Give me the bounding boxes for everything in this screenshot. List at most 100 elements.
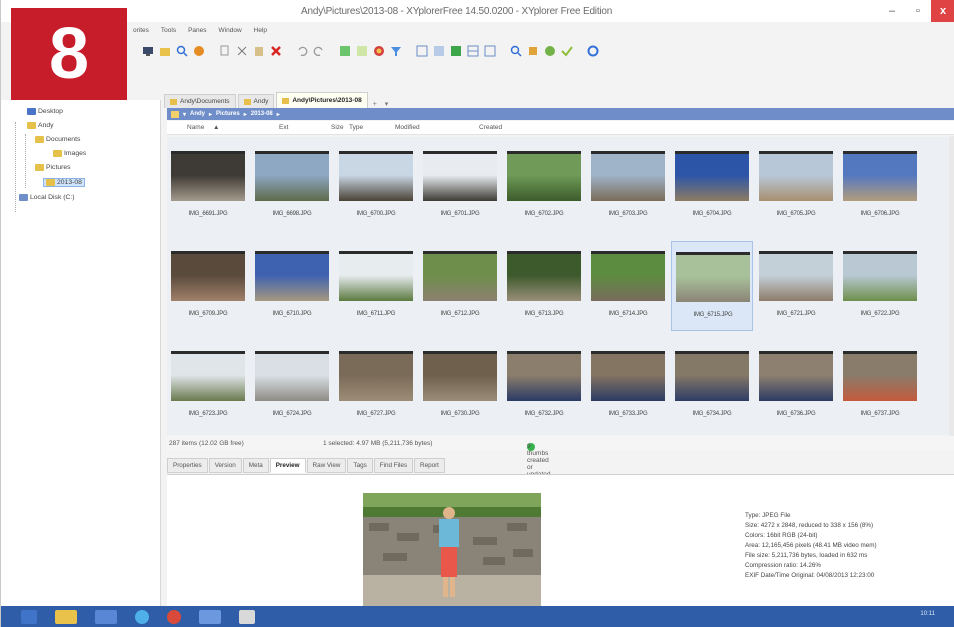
tab-find-files[interactable]: Find Files xyxy=(373,458,414,473)
thumbnail-item[interactable]: IMG_6700.JPG xyxy=(335,141,417,231)
paste-icon[interactable] xyxy=(252,44,266,58)
app-icon[interactable] xyxy=(199,609,221,624)
thumbnail-item[interactable]: IMG_6727.JPG xyxy=(335,341,417,431)
thumbnail-item[interactable]: IMG_6713.JPG xyxy=(503,241,585,331)
thumbnail-item[interactable]: IMG_6733.JPG xyxy=(587,341,669,431)
delete-icon[interactable] xyxy=(269,44,283,58)
chrome-icon[interactable] xyxy=(167,609,181,624)
new-tab-button[interactable]: + xyxy=(370,101,380,108)
thumbnail-filename: IMG_6723.JPG xyxy=(188,411,228,417)
tree-item-desktop[interactable]: Desktop xyxy=(27,108,63,115)
thumbnail-item[interactable]: IMG_6691.JPG xyxy=(167,141,249,231)
breadcrumb-2013-08[interactable]: 2013-08 xyxy=(251,111,273,117)
thumbnail-item[interactable]: IMG_6723.JPG xyxy=(167,341,249,431)
tab-properties[interactable]: Properties xyxy=(167,458,208,473)
tab-pictures-2013-08[interactable]: Andy\Pictures\2013-08 xyxy=(276,92,368,108)
split-horizontal-icon[interactable] xyxy=(466,44,480,58)
undo-icon[interactable] xyxy=(295,44,309,58)
filter-icon[interactable] xyxy=(389,44,403,58)
thumbnail-item[interactable]: IMG_6721.JPG xyxy=(755,241,837,331)
menu-tools[interactable]: Tools xyxy=(159,27,176,34)
check-icon[interactable] xyxy=(560,44,574,58)
thumbnail-item[interactable]: IMG_6710.JPG xyxy=(251,241,333,331)
tree-item-images[interactable]: Images xyxy=(53,150,86,157)
column-type[interactable]: Type xyxy=(349,124,363,131)
address-bar[interactable]: ▾ Andy ▸ Pictures ▸ 2013-08 ▸ xyxy=(167,108,954,120)
vertical-scrollbar[interactable] xyxy=(949,136,954,436)
sync-icon[interactable] xyxy=(338,44,352,58)
thumbnail-item[interactable]: IMG_6705.JPG xyxy=(755,141,837,231)
thumbnail-item[interactable]: IMG_6698.JPG xyxy=(251,141,333,231)
file-explorer-icon[interactable] xyxy=(55,609,77,624)
refresh-icon[interactable] xyxy=(586,44,600,58)
thumbnail-item[interactable]: IMG_6722.JPG xyxy=(839,241,921,331)
tree-item-pictures[interactable]: Pictures xyxy=(35,164,71,171)
tree-item-2013-08[interactable]: 2013-08 xyxy=(43,178,85,187)
thumbnail-item[interactable]: IMG_6737.JPG xyxy=(839,341,921,431)
thumbnail-item[interactable]: IMG_6714.JPG xyxy=(587,241,669,331)
drive-icon xyxy=(19,194,28,201)
copy-icon[interactable] xyxy=(218,44,232,58)
thumbnail-item[interactable]: IMG_6702.JPG xyxy=(503,141,585,231)
zoom-icon[interactable] xyxy=(509,44,523,58)
thumbnail-item[interactable]: IMG_6704.JPG xyxy=(671,141,753,231)
thumbnail-item[interactable]: IMG_6736.JPG xyxy=(755,341,837,431)
breadcrumb-pictures[interactable]: Pictures xyxy=(216,111,240,117)
tree-item-andy[interactable]: Andy xyxy=(27,122,54,129)
menu-window[interactable]: Window xyxy=(217,27,242,34)
tab-meta[interactable]: Meta xyxy=(242,458,269,473)
close-button[interactable]: x xyxy=(931,0,954,22)
app-icon[interactable] xyxy=(95,609,117,624)
view-thumbnails-icon[interactable] xyxy=(449,44,463,58)
menu-favorites[interactable]: orites xyxy=(131,27,149,34)
properties-icon[interactable] xyxy=(355,44,369,58)
start-icon[interactable] xyxy=(21,609,37,624)
column-modified[interactable]: Modified xyxy=(395,124,420,131)
tab-documents[interactable]: Andy\Documents xyxy=(164,94,236,108)
tab-andy[interactable]: Andy xyxy=(237,94,275,108)
thumbnail-item[interactable]: IMG_6734.JPG xyxy=(671,341,753,431)
thumbnail-item[interactable]: IMG_6712.JPG xyxy=(419,241,501,331)
xyplorer-icon[interactable] xyxy=(239,609,255,624)
globe-icon[interactable] xyxy=(192,44,206,58)
view-list-icon[interactable] xyxy=(432,44,446,58)
tab-report[interactable]: Report xyxy=(414,458,445,473)
tab-list-dropdown[interactable]: ▾ xyxy=(382,100,392,108)
redo-icon[interactable] xyxy=(312,44,326,58)
info-panel-icon[interactable] xyxy=(483,44,497,58)
column-name[interactable]: Name xyxy=(187,124,204,131)
tab-version[interactable]: Version xyxy=(208,458,242,473)
breadcrumb-andy[interactable]: Andy xyxy=(190,111,205,117)
folder-icon[interactable] xyxy=(158,44,172,58)
thumbnail-item[interactable]: IMG_6703.JPG xyxy=(587,141,669,231)
thumbnail-item[interactable]: IMG_6730.JPG xyxy=(419,341,501,431)
tree-item-local-disk[interactable]: Local Disk (C:) xyxy=(19,194,75,201)
computer-icon[interactable] xyxy=(141,44,155,58)
thumbnail-item[interactable]: IMG_6711.JPG xyxy=(335,241,417,331)
maximize-button[interactable]: ▫ xyxy=(905,0,931,22)
tab-raw-view[interactable]: Raw View xyxy=(306,458,347,473)
thumbnail-item[interactable]: IMG_6709.JPG xyxy=(167,241,249,331)
tab-tags[interactable]: Tags xyxy=(347,458,373,473)
minimize-button[interactable]: – xyxy=(879,0,905,22)
menu-panes[interactable]: Panes xyxy=(186,27,206,34)
thumbnail-item[interactable]: IMG_6715.JPG xyxy=(671,241,753,331)
thumbnail-item[interactable]: IMG_6724.JPG xyxy=(251,341,333,431)
thumbnail-item[interactable]: IMG_6732.JPG xyxy=(503,341,585,431)
column-size[interactable]: Size xyxy=(331,124,344,131)
tools-icon[interactable] xyxy=(526,44,540,58)
color-filter-icon[interactable] xyxy=(372,44,386,58)
view-details-icon[interactable] xyxy=(415,44,429,58)
tag-icon[interactable] xyxy=(543,44,557,58)
tab-preview[interactable]: Preview xyxy=(269,458,306,473)
column-ext[interactable]: Ext xyxy=(279,124,288,131)
column-created[interactable]: Created xyxy=(479,124,502,131)
tree-item-documents[interactable]: Documents xyxy=(35,136,80,143)
thumbnail-item[interactable]: IMG_6706.JPG xyxy=(839,141,921,231)
browser-icon[interactable] xyxy=(135,609,149,624)
thumbnail-item[interactable]: IMG_6701.JPG xyxy=(419,141,501,231)
menu-help[interactable]: Help xyxy=(252,27,267,34)
find-icon[interactable] xyxy=(175,44,189,58)
breadcrumb-dropdown[interactable]: ▾ xyxy=(183,111,186,118)
cut-icon[interactable] xyxy=(235,44,249,58)
